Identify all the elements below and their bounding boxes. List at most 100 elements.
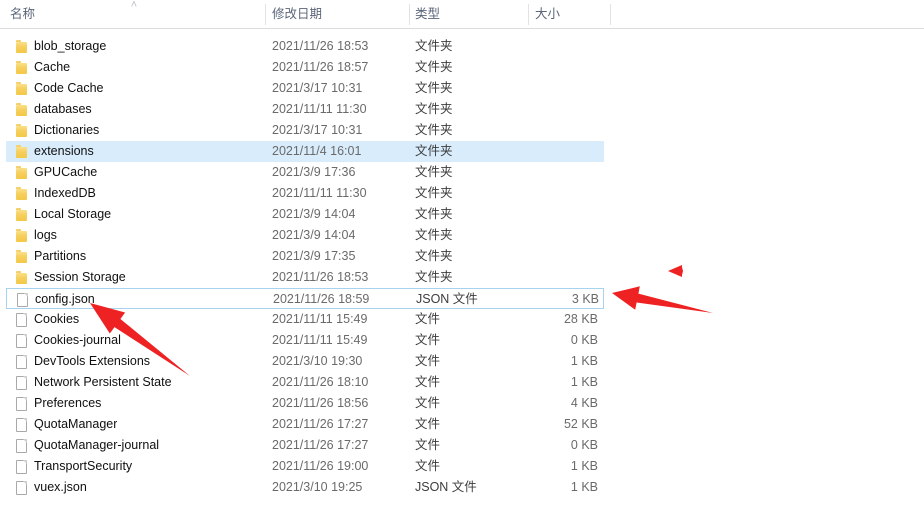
column-header-type[interactable]: 类型 — [415, 0, 440, 28]
column-divider[interactable] — [409, 4, 410, 25]
file-row[interactable]: QuotaManager 2021/11/26 17:27 文件 52 KB — [6, 414, 604, 435]
column-divider[interactable] — [528, 4, 529, 25]
file-row[interactable]: logs 2021/3/9 14:04 文件夹 — [6, 225, 604, 246]
column-divider[interactable] — [265, 4, 266, 25]
folder-icon-glyph — [16, 145, 27, 158]
file-type: 文件夹 — [415, 270, 453, 284]
file-type: 文件夹 — [415, 81, 453, 95]
column-divider[interactable] — [610, 4, 611, 25]
file-row[interactable]: Dictionaries 2021/3/17 10:31 文件夹 — [6, 120, 604, 141]
file-date-modified: 2021/11/26 18:57 — [272, 60, 369, 74]
file-name: Partitions — [34, 249, 87, 263]
file-row[interactable]: Local Storage 2021/3/9 14:04 文件夹 — [6, 204, 604, 225]
file-size — [464, 141, 598, 162]
folder-icon-glyph — [16, 40, 27, 53]
file-row[interactable]: databases 2021/11/11 11:30 文件夹 — [6, 99, 604, 120]
file-date-modified: 2021/3/10 19:30 — [272, 354, 363, 368]
file-row[interactable]: Cookies-journal 2021/11/11 15:49 文件 0 KB — [6, 330, 604, 351]
file-row[interactable]: QuotaManager-journal 2021/11/26 17:27 文件 0 … — [6, 435, 604, 456]
file-size: 1 KB — [570, 459, 598, 473]
file-row[interactable]: Preferences 2021/11/26 18:56 文件 4 KB — [6, 393, 604, 414]
file-date-modified: 2021/3/9 14:04 — [272, 228, 356, 242]
file-row[interactable]: blob_storage 2021/11/26 18:53 文件夹 — [6, 36, 604, 57]
file-row[interactable]: vuex.json 2021/3/10 19:25 JSON 文件 1 KB — [6, 477, 604, 498]
folder-icon-glyph — [16, 61, 27, 74]
file-type: 文件夹 — [415, 102, 453, 116]
file-date-modified: 2021/11/26 18:53 — [272, 39, 369, 53]
file-size — [464, 162, 598, 183]
file-date-modified: 2021/11/26 18:10 — [272, 375, 369, 389]
folder-icon-glyph — [16, 103, 27, 116]
file-icon — [16, 334, 28, 348]
file-size — [464, 99, 598, 120]
folder-icon-glyph — [16, 229, 27, 242]
file-size — [464, 183, 598, 204]
file-date-modified: 2021/3/9 17:35 — [272, 249, 356, 263]
file-name: Network Persistent State — [34, 375, 172, 389]
column-header-date-modified[interactable]: 修改日期 — [272, 0, 322, 28]
file-name: config.json — [35, 292, 95, 306]
column-header-name[interactable]: 名称 — [10, 0, 35, 28]
file-icon — [16, 397, 28, 411]
file-size — [464, 120, 598, 141]
folder-icon — [16, 271, 28, 285]
file-type: 文件 — [415, 417, 441, 431]
file-date-modified: 2021/11/26 18:59 — [273, 292, 370, 306]
file-row[interactable]: Partitions 2021/3/9 17:35 文件夹 — [6, 246, 604, 267]
file-date-modified: 2021/3/9 17:36 — [272, 165, 356, 179]
file-row[interactable]: Cookies 2021/11/11 15:49 文件 28 KB — [6, 309, 604, 330]
file-size — [464, 36, 598, 57]
file-row[interactable]: DevTools Extensions 2021/3/10 19:30 文件 1 KB — [6, 351, 604, 372]
file-date-modified: 2021/11/26 18:53 — [272, 270, 369, 284]
file-type: 文件 — [415, 396, 441, 410]
file-row[interactable]: Code Cache 2021/3/17 10:31 文件夹 — [6, 78, 604, 99]
folder-icon-glyph — [16, 208, 27, 221]
file-icon-glyph — [16, 355, 27, 369]
file-name: IndexedDB — [34, 186, 96, 200]
folder-icon — [16, 187, 28, 201]
file-row[interactable]: Cache 2021/11/26 18:57 文件夹 — [6, 57, 604, 78]
file-icon — [16, 355, 28, 369]
file-type: 文件 — [415, 354, 441, 368]
file-size — [464, 267, 598, 288]
file-name: databases — [34, 102, 92, 116]
file-name: QuotaManager-journal — [34, 438, 160, 452]
file-date-modified: 2021/11/26 17:27 — [272, 438, 369, 452]
file-date-modified: 2021/3/10 19:25 — [272, 480, 363, 494]
file-size: 0 KB — [570, 438, 598, 452]
file-size — [464, 78, 598, 99]
file-row[interactable]: GPUCache 2021/3/9 17:36 文件夹 — [6, 162, 604, 183]
file-icon — [16, 376, 28, 390]
folder-icon-glyph — [16, 82, 27, 95]
file-type: 文件夹 — [415, 207, 453, 221]
column-header-size[interactable]: 大小 — [535, 0, 560, 28]
file-row[interactable]: config.json 2021/11/26 18:59 JSON 文件 3 KB — [6, 288, 604, 309]
file-size: 4 KB — [570, 396, 598, 410]
folder-icon-glyph — [16, 187, 27, 200]
file-name: vuex.json — [34, 480, 87, 494]
file-date-modified: 2021/11/26 18:56 — [272, 396, 369, 410]
file-row[interactable]: TransportSecurity 2021/11/26 19:00 文件 1 KB — [6, 456, 604, 477]
file-size: 3 KB — [571, 292, 599, 306]
file-row[interactable]: extensions 2021/11/4 16:01 文件夹 — [6, 141, 604, 162]
file-date-modified: 2021/11/11 11:30 — [272, 102, 367, 116]
file-size — [464, 225, 598, 246]
file-icon-glyph — [16, 313, 27, 327]
file-name: Local Storage — [34, 207, 112, 221]
file-row[interactable]: Network Persistent State 2021/11/26 18:10… — [6, 372, 604, 393]
file-icon-glyph — [16, 334, 27, 348]
file-date-modified: 2021/11/4 16:01 — [272, 144, 362, 158]
file-name: Code Cache — [34, 81, 104, 95]
file-row[interactable]: Session Storage 2021/11/26 18:53 文件夹 — [6, 267, 604, 288]
file-type: 文件夹 — [415, 60, 453, 74]
file-size — [464, 204, 598, 225]
file-icon — [16, 313, 28, 327]
file-icon — [16, 439, 28, 453]
file-type: 文件夹 — [415, 39, 453, 53]
file-icon — [17, 293, 29, 307]
file-type: 文件 — [415, 333, 441, 347]
folder-icon-glyph — [16, 250, 27, 263]
file-name: Dictionaries — [34, 123, 100, 137]
file-date-modified: 2021/11/11 11:30 — [272, 186, 367, 200]
file-row[interactable]: IndexedDB 2021/11/11 11:30 文件夹 — [6, 183, 604, 204]
